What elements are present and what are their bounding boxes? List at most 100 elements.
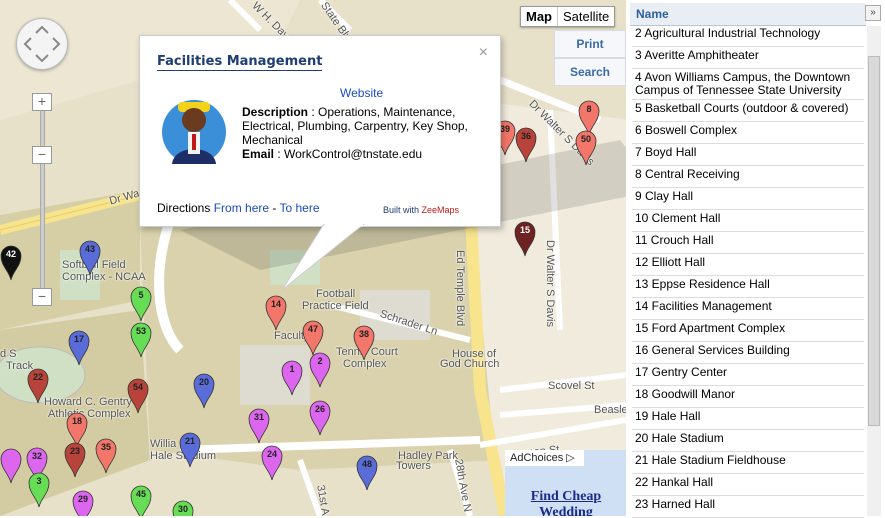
map-marker-53[interactable]: 53 — [130, 322, 152, 358]
zoom-in-button[interactable]: + — [32, 93, 52, 111]
search-button[interactable]: Search — [554, 58, 626, 86]
marker-number: 8 — [586, 104, 592, 114]
map-marker-14[interactable]: 14 — [265, 295, 287, 331]
map-marker-43[interactable]: 43 — [79, 240, 101, 276]
marker-number: 2 — [317, 356, 323, 366]
map-marker-54[interactable]: 54 — [127, 378, 149, 414]
map-marker-50[interactable]: 50 — [575, 130, 597, 166]
map-marker-31[interactable]: 31 — [248, 408, 270, 444]
map-type-map[interactable]: Map — [521, 7, 558, 26]
worker-avatar-icon — [162, 100, 226, 164]
place-label: God Church — [440, 358, 500, 370]
list-item[interactable]: 8 Central Receiving — [632, 166, 864, 188]
pan-control[interactable] — [16, 18, 68, 70]
list-item[interactable]: 3 Averitte Amphitheater — [632, 47, 864, 69]
map-type-satellite[interactable]: Satellite — [558, 7, 614, 26]
list-item[interactable]: 11 Crouch Hall — [632, 232, 864, 254]
list-item[interactable]: 4 Avon Williams Campus, the Downtown Cam… — [632, 69, 864, 100]
list-header[interactable]: Name — [630, 3, 866, 26]
zoom-slider-handle[interactable]: − — [32, 146, 52, 164]
list-item[interactable]: 12 Elliott Hall — [632, 254, 864, 276]
marker-number: 36 — [520, 131, 531, 141]
info-window-tail — [281, 224, 365, 291]
expand-icon[interactable]: » — [865, 5, 881, 21]
print-button[interactable]: Print — [554, 30, 626, 58]
place-label: Towers — [396, 460, 431, 472]
map-marker-45[interactable]: 45 — [130, 485, 152, 516]
website-link[interactable]: Website — [340, 86, 383, 100]
marker-number: 23 — [69, 446, 80, 456]
location-list: 2 Agricultural Industrial Technology 3 Av… — [632, 25, 864, 518]
name-column-header[interactable]: Name — [636, 7, 669, 21]
map-marker-42[interactable]: 42 — [0, 245, 22, 281]
list-item[interactable]: 6 Boswell Complex — [632, 122, 864, 144]
marker-number: 24 — [266, 449, 277, 459]
close-icon[interactable]: × — [479, 44, 488, 62]
location-list-panel: Name » 2 Agricultural Industrial Technol… — [630, 0, 885, 518]
from-here-link[interactable]: From here — [214, 201, 269, 215]
marker-number: 5 — [138, 290, 144, 300]
description-label: Description — [242, 105, 309, 119]
map-marker-24[interactable]: 24 — [261, 445, 283, 481]
list-item[interactable]: 7 Boyd Hall — [632, 144, 864, 166]
map-marker-35[interactable]: 35 — [95, 438, 117, 474]
adchoices-label[interactable]: AdChoices ▷ — [505, 450, 584, 466]
info-window: Facilities Management × Website Descript… — [139, 35, 501, 227]
map-marker-3[interactable]: 3 — [28, 472, 50, 508]
map-marker-30[interactable]: 30 — [172, 500, 194, 516]
map-marker-21[interactable]: 21 — [179, 432, 201, 468]
list-item[interactable]: 18 Goodwill Manor — [632, 386, 864, 408]
list-item[interactable]: 13 Eppse Residence Hall — [632, 276, 864, 298]
map-marker-22[interactable]: 22 — [27, 368, 49, 404]
marker-number: 22 — [32, 372, 43, 382]
map-marker-26[interactable]: 26 — [309, 400, 331, 436]
scrollbar[interactable] — [867, 26, 881, 516]
marker-number: 42 — [5, 249, 16, 259]
list-item[interactable]: 19 Hale Hall — [632, 408, 864, 430]
map-marker-1[interactable]: 1 — [281, 360, 303, 396]
map-marker-38[interactable]: 38 — [353, 325, 375, 361]
zoom-slider-track[interactable] — [40, 108, 45, 290]
marker-number: 50 — [580, 134, 591, 144]
road-label: Dr Walter S Davis — [544, 240, 556, 327]
list-item[interactable]: 17 Gentry Center — [632, 364, 864, 386]
map-marker-15[interactable]: 15 — [514, 221, 536, 257]
place-label: Practice Field — [302, 300, 369, 312]
directions-separator: - — [269, 201, 280, 215]
map-marker-36[interactable]: 36 — [515, 127, 537, 163]
list-item[interactable]: 5 Basketball Courts (outdoor & covered) — [632, 100, 864, 122]
map-marker-48[interactable]: 48 — [356, 455, 378, 491]
map-marker-5[interactable]: 5 — [130, 286, 152, 322]
scrollbar-thumb[interactable] — [868, 56, 880, 426]
marker-number: 31 — [253, 412, 264, 422]
map-marker-47[interactable]: 47 — [302, 320, 324, 356]
map-marker-2[interactable]: 2 — [309, 352, 331, 388]
list-item[interactable]: 14 Facilities Management — [632, 298, 864, 320]
built-with[interactable]: Built with ZeeMaps — [383, 205, 459, 215]
zoom-out-button[interactable]: − — [32, 288, 52, 306]
list-item[interactable]: 20 Hale Stadium — [632, 430, 864, 452]
list-item[interactable]: 9 Clay Hall — [632, 188, 864, 210]
marker-number: 21 — [184, 436, 195, 446]
map-marker-17[interactable]: 17 — [68, 330, 90, 366]
list-item[interactable]: 22 Hankal Hall — [632, 474, 864, 496]
ad-link[interactable]: Find Cheap Wedding — [520, 489, 612, 516]
map-marker-29[interactable]: 29 — [72, 490, 94, 516]
list-item[interactable]: 10 Clement Hall — [632, 210, 864, 232]
list-item[interactable]: 16 General Services Building — [632, 342, 864, 364]
list-item[interactable]: 2 Agricultural Industrial Technology — [632, 25, 864, 47]
map-canvas[interactable]: Dr Wa W H. Davis State Blvd Dr Walter S … — [0, 0, 626, 516]
marker-number: 47 — [307, 324, 318, 334]
to-here-link[interactable]: To here — [280, 201, 320, 215]
marker-number: 53 — [135, 326, 146, 336]
map-marker-20[interactable]: 20 — [193, 373, 215, 409]
brand-link[interactable]: ZeeMaps — [422, 205, 460, 215]
list-item[interactable]: 21 Hale Stadium Fieldhouse — [632, 452, 864, 474]
list-item[interactable]: 23 Harned Hall — [632, 496, 864, 518]
marker-number: 48 — [361, 459, 372, 469]
map-marker-23[interactable]: 23 — [64, 442, 86, 478]
list-item[interactable]: 15 Ford Apartment Complex — [632, 320, 864, 342]
map-marker-x[interactable] — [0, 448, 22, 484]
place-label: Complex - NCAA — [62, 271, 146, 283]
pan-arrows-icon — [23, 25, 61, 63]
